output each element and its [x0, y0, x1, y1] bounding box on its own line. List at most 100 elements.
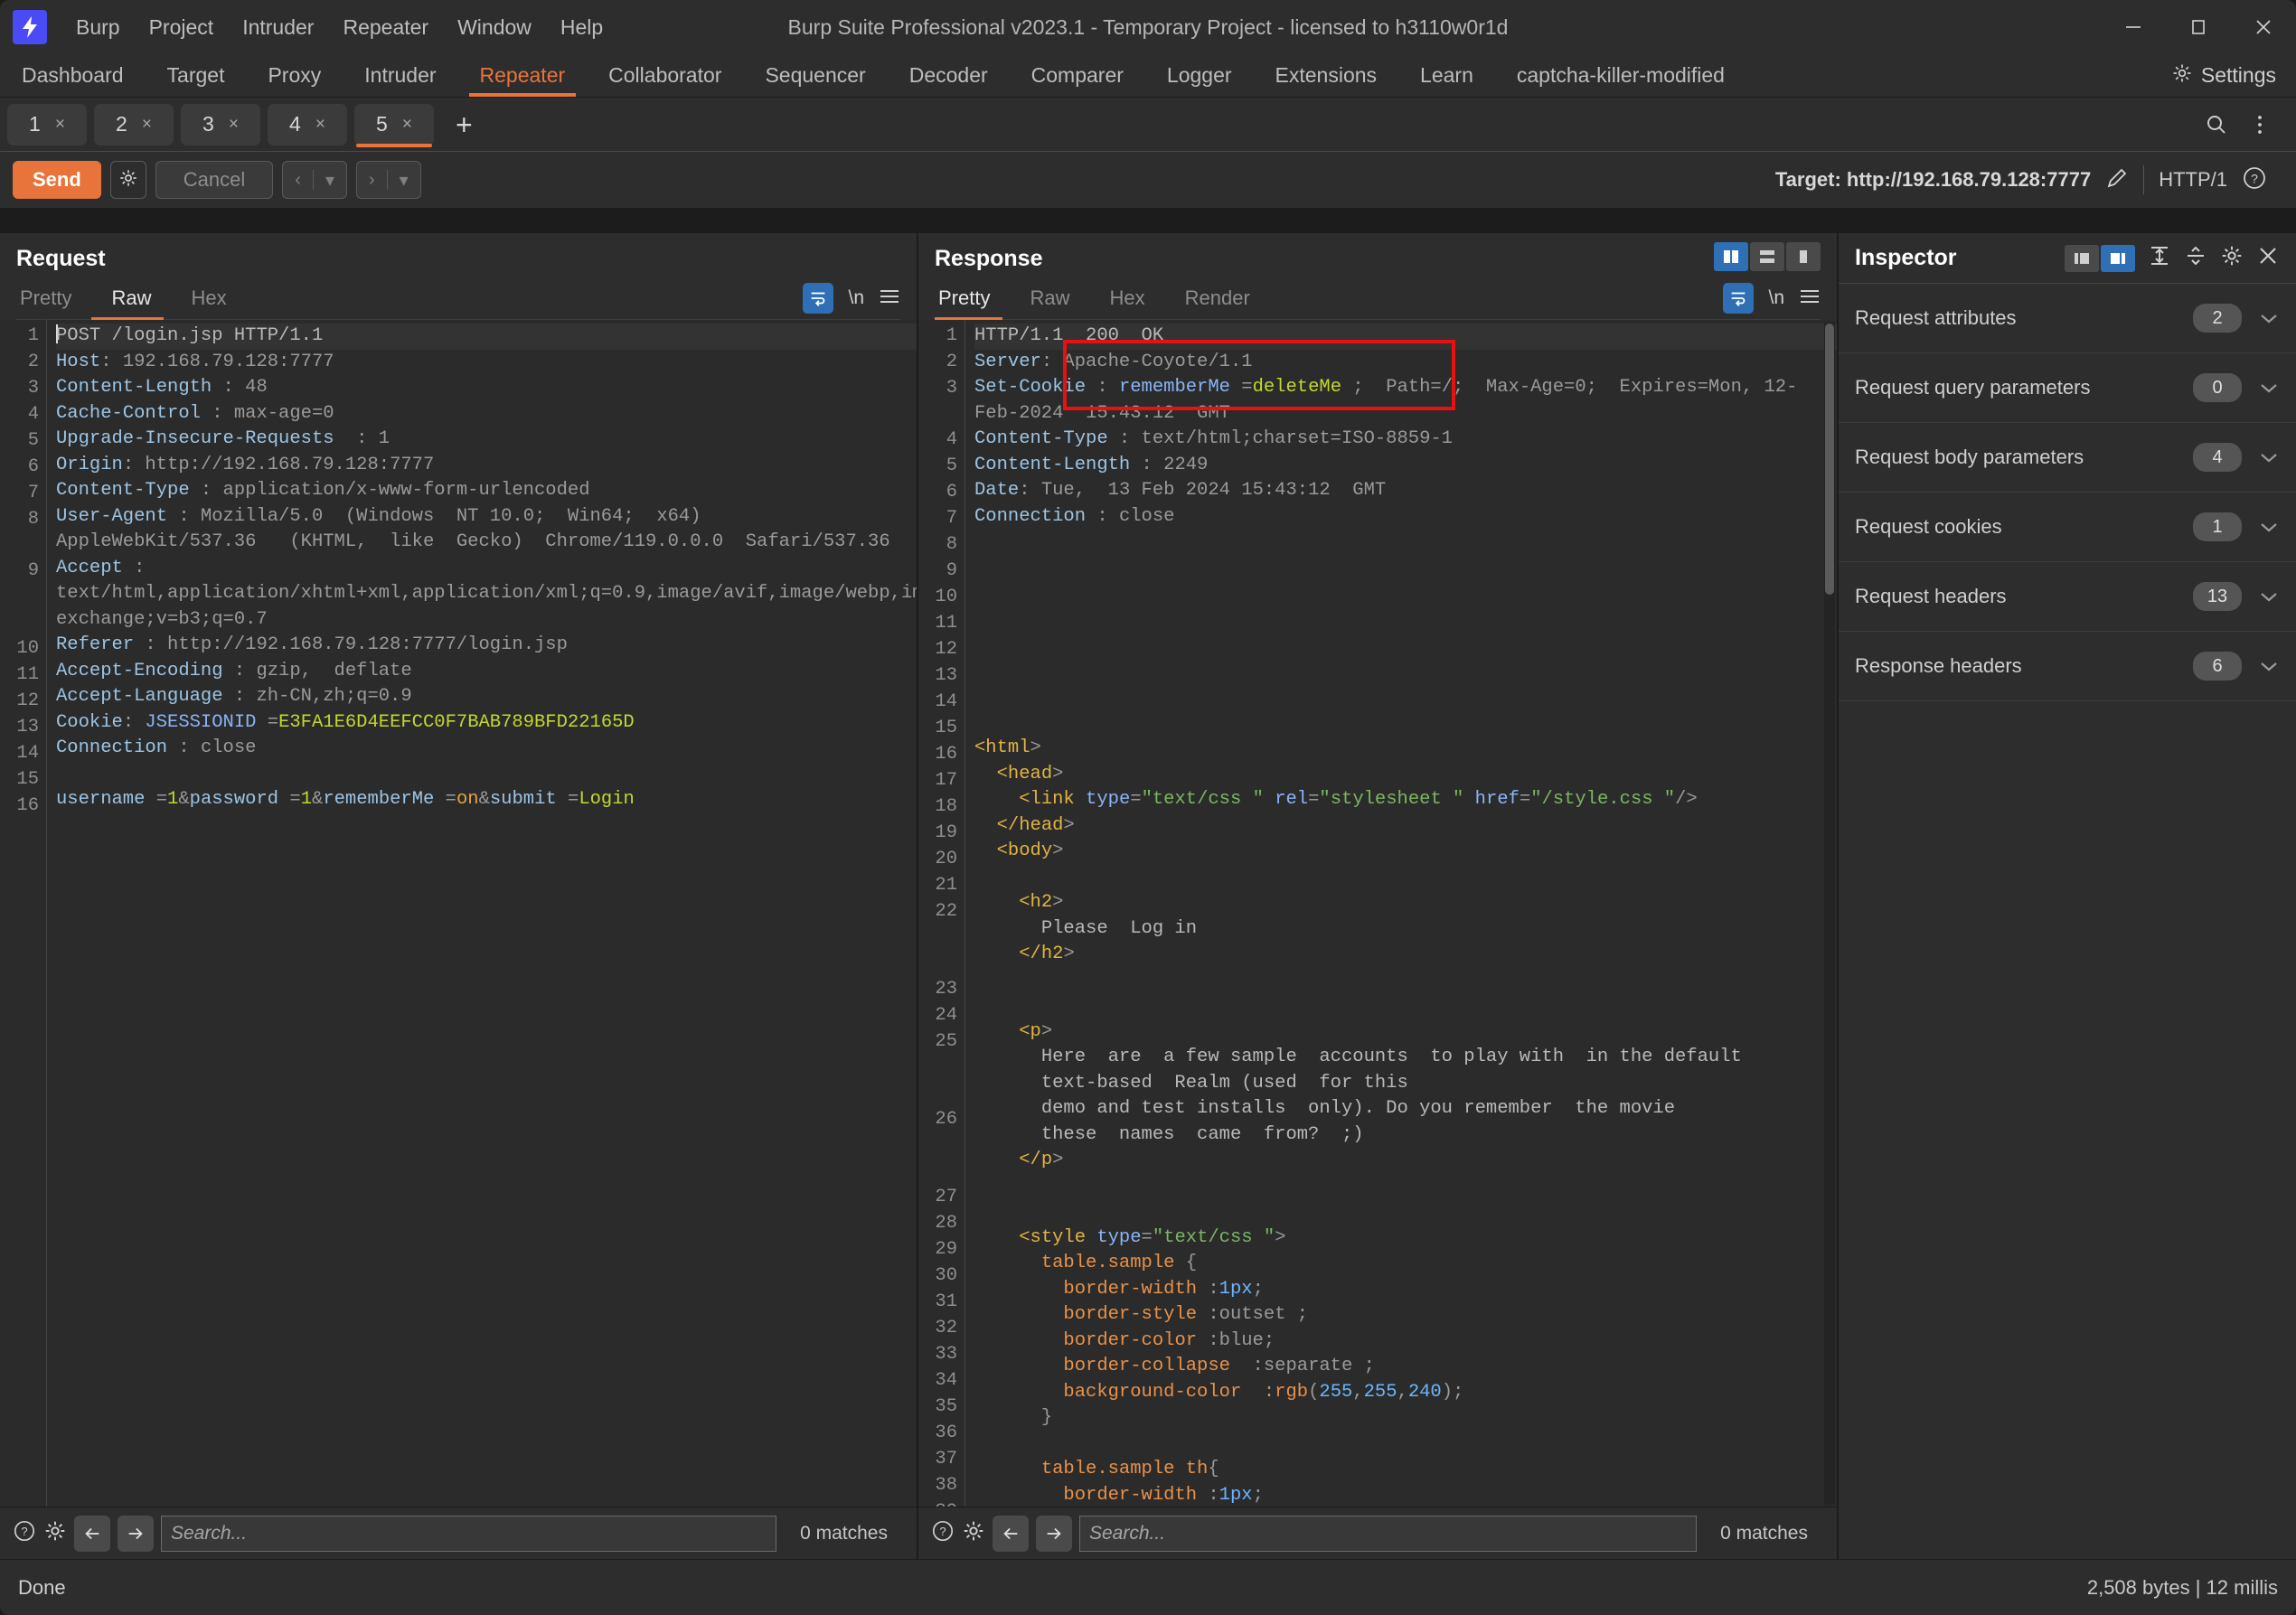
arrow-right-icon[interactable]	[1036, 1515, 1072, 1552]
inspector-row-request-body-parameters[interactable]: Request body parameters 4	[1839, 423, 2296, 493]
arrow-left-icon[interactable]	[74, 1515, 110, 1552]
inspector-row-request-query-parameters[interactable]: Request query parameters 0	[1839, 353, 2296, 423]
help-circle-icon[interactable]: ?	[2242, 165, 2267, 195]
response-tab-render[interactable]: Render	[1165, 281, 1270, 319]
collapse-all-icon[interactable]	[2184, 244, 2207, 272]
tab-extensions[interactable]: Extensions	[1254, 54, 1399, 97]
response-scrollbar[interactable]	[1824, 322, 1835, 1505]
maximize-icon[interactable]	[2166, 1, 2231, 53]
arrow-right-icon[interactable]	[118, 1515, 154, 1552]
single-pane-icon[interactable]	[1786, 242, 1821, 271]
chevron-down-icon[interactable]: ▾	[388, 169, 420, 192]
inspector-row-request-cookies[interactable]: Request cookies 1	[1839, 493, 2296, 562]
chevron-down-icon[interactable]	[2258, 660, 2280, 672]
menu-help[interactable]: Help	[546, 10, 617, 45]
chevron-down-icon[interactable]	[2258, 312, 2280, 324]
word-wrap-icon[interactable]	[1723, 283, 1755, 314]
repeater-tab-5[interactable]: 5 ×	[354, 103, 434, 147]
scrollbar-thumb[interactable]	[1825, 324, 1834, 595]
go-back-button[interactable]: ‹ ▾	[282, 161, 347, 199]
gear-icon[interactable]	[2220, 244, 2244, 272]
line-number: 26	[935, 1109, 957, 1130]
inspector-row-request-attributes[interactable]: Request attributes 2	[1839, 284, 2296, 353]
help-circle-icon[interactable]: ?	[931, 1519, 955, 1547]
inspector-row-response-headers[interactable]: Response headers 6	[1839, 632, 2296, 701]
chevron-down-icon[interactable]	[2258, 381, 2280, 394]
newline-toggle[interactable]: \n	[848, 287, 864, 309]
request-search-input[interactable]	[161, 1515, 777, 1552]
minimize-icon[interactable]	[2101, 1, 2166, 53]
code-token: :	[334, 428, 379, 449]
close-icon[interactable]	[2256, 244, 2280, 272]
send-settings-button[interactable]	[109, 161, 146, 199]
tab-logger[interactable]: Logger	[1145, 54, 1254, 97]
hamburger-icon[interactable]	[879, 288, 900, 309]
request-tab-pretty[interactable]: Pretty	[16, 281, 91, 319]
menu-window[interactable]: Window	[443, 10, 546, 45]
tab-decoder[interactable]: Decoder	[888, 54, 1010, 97]
close-icon[interactable]: ×	[315, 115, 325, 135]
chevron-down-icon[interactable]: ▾	[314, 169, 346, 192]
split-vertical-icon[interactable]	[1714, 242, 1748, 271]
repeater-tab-2[interactable]: 2 ×	[94, 103, 174, 146]
hamburger-icon[interactable]	[1799, 288, 1821, 309]
close-icon[interactable]: ×	[55, 115, 65, 135]
close-icon[interactable]: ×	[229, 115, 239, 135]
menu-burp[interactable]: Burp	[61, 10, 135, 45]
close-icon[interactable]	[2231, 1, 2296, 53]
layout-left-icon[interactable]	[2065, 244, 2099, 272]
repeater-tab-3[interactable]: 3 ×	[181, 103, 260, 146]
pencil-icon[interactable]	[2105, 166, 2129, 194]
expand-all-icon[interactable]	[2148, 244, 2171, 272]
response-search-input[interactable]	[1079, 1515, 1698, 1552]
split-horizontal-icon[interactable]	[1750, 242, 1784, 271]
word-wrap-icon[interactable]	[803, 283, 834, 314]
response-tab-raw[interactable]: Raw	[1010, 281, 1089, 319]
tab-proxy[interactable]: Proxy	[246, 54, 343, 97]
request-tab-hex[interactable]: Hex	[171, 281, 246, 319]
tab-intruder[interactable]: Intruder	[343, 54, 457, 97]
request-tab-raw[interactable]: Raw	[91, 281, 171, 320]
arrow-left-icon[interactable]	[993, 1515, 1029, 1552]
menu-project[interactable]: Project	[135, 10, 229, 45]
kebab-menu-icon[interactable]	[2240, 105, 2280, 145]
gear-icon[interactable]	[962, 1519, 985, 1547]
settings-button[interactable]: Settings	[2151, 54, 2296, 97]
layout-right-icon[interactable]	[2101, 244, 2135, 272]
newline-toggle[interactable]: \n	[1768, 287, 1784, 309]
search-icon[interactable]	[2197, 105, 2236, 145]
send-button[interactable]: Send	[13, 161, 101, 199]
inspector-row-request-headers[interactable]: Request headers 13	[1839, 562, 2296, 632]
menu-repeater[interactable]: Repeater	[328, 10, 443, 45]
tab-dashboard[interactable]: Dashboard	[0, 54, 146, 97]
inspector-row-label: Request query parameters	[1855, 376, 2091, 399]
cancel-button[interactable]: Cancel	[155, 161, 274, 199]
code-line: Cache-Control : max-age=0	[56, 401, 917, 427]
go-forward-button[interactable]: › ▾	[356, 161, 421, 199]
close-icon[interactable]: ×	[402, 115, 412, 135]
request-editor[interactable]: 1 2 3 4 5 6 7 8 9 10 11 12 13 14 15 16 POST /login.jsp …	[0, 320, 917, 1507]
tab-repeater[interactable]: Repeater	[458, 54, 588, 97]
repeater-tab-1[interactable]: 1 ×	[7, 103, 87, 146]
chevron-down-icon[interactable]	[2258, 451, 2280, 464]
tab-collaborator[interactable]: Collaborator	[587, 54, 743, 97]
tab-captcha-killer-modified[interactable]: captcha-killer-modified	[1495, 54, 1746, 97]
tab-target[interactable]: Target	[146, 54, 247, 97]
add-repeater-tab-button[interactable]: +	[441, 110, 487, 139]
close-icon[interactable]: ×	[142, 115, 152, 135]
tab-learn[interactable]: Learn	[1398, 54, 1495, 97]
repeater-tab-4[interactable]: 4 ×	[268, 103, 347, 146]
response-tab-hex[interactable]: Hex	[1089, 281, 1164, 319]
tab-sequencer[interactable]: Sequencer	[743, 54, 887, 97]
chevron-down-icon[interactable]	[2258, 521, 2280, 533]
response-tab-pretty[interactable]: Pretty	[935, 281, 1010, 320]
tab-comparer[interactable]: Comparer	[1010, 54, 1145, 97]
gear-icon[interactable]	[43, 1519, 67, 1547]
menu-intruder[interactable]: Intruder	[228, 10, 328, 45]
http-version-label[interactable]: HTTP/1	[2159, 168, 2227, 192]
request-code[interactable]: POST /login.jsp HTTP/1.1 Host: 192.168.79…	[47, 320, 917, 1507]
help-circle-icon[interactable]: ?	[13, 1519, 36, 1547]
chevron-down-icon[interactable]	[2258, 590, 2280, 603]
response-code[interactable]: HTTP/1.1 200 OK Server: Apache-Coyote/1.1…	[965, 320, 1837, 1507]
response-editor[interactable]: 1 2 3 4 5 6 7 8 9 10 11 12 13 14 15 16 17 18 19 20 21 22 23 24 2…	[918, 320, 1837, 1507]
